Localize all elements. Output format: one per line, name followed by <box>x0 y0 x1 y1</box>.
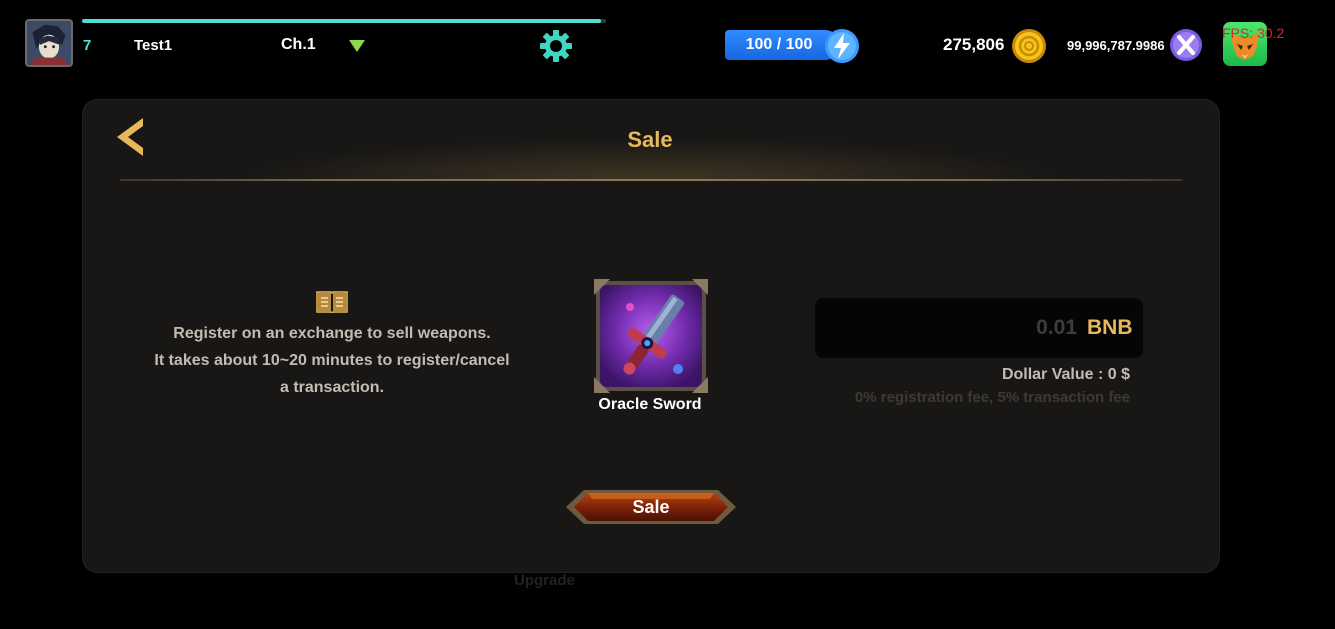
player-level: 7 <box>83 37 92 54</box>
chapter-label[interactable]: Ch.1 <box>281 36 316 54</box>
back-arrow-icon[interactable] <box>112 116 148 158</box>
player-name: Test1 <box>134 37 173 54</box>
player-avatar[interactable] <box>25 19 73 67</box>
weapon-item-slot[interactable] <box>592 277 710 395</box>
lightning-bolt-icon[interactable] <box>824 28 860 64</box>
sale-button-label: Sale <box>632 497 670 517</box>
avatar-portrait-icon <box>27 21 71 65</box>
fee-info: 0% registration fee, 5% transaction fee <box>854 389 1130 406</box>
sale-info-text: Register on an exchange to sell weapons.… <box>140 320 524 401</box>
settings-gear-icon[interactable] <box>538 28 574 64</box>
currency-label: BNB <box>1087 316 1133 339</box>
info-line: Register on an exchange to sell weapons. <box>173 325 491 342</box>
background-upgrade-label: Upgrade <box>514 572 575 589</box>
sale-button[interactable]: Sale <box>566 488 736 526</box>
energy-value: 100 / 100 <box>745 36 813 53</box>
x-token-icon[interactable] <box>1169 28 1203 62</box>
token-balance: 99,996,787.9986 <box>1067 38 1165 53</box>
xp-bar <box>82 19 606 23</box>
xp-bar-fill <box>82 19 601 23</box>
title-divider <box>120 179 1182 181</box>
page-title: Sale <box>627 127 673 152</box>
guide-book-icon <box>316 291 348 313</box>
fps-counter: FPS: 30.2 <box>1222 25 1285 41</box>
price-input[interactable] <box>815 298 1077 358</box>
dollar-value: Dollar Value : 0 $ <box>1001 366 1130 383</box>
energy-meter: 100 / 100 <box>725 30 840 60</box>
oracle-sword-icon <box>594 279 708 393</box>
item-name: Oracle Sword <box>598 396 702 413</box>
info-line: a transaction. <box>279 379 385 396</box>
info-line: It takes about 10~20 minutes to register… <box>154 352 510 369</box>
price-field[interactable]: BNB <box>815 298 1143 358</box>
gold-amount: 275,806 <box>943 35 1005 54</box>
gold-coin-icon[interactable] <box>1011 28 1047 64</box>
chapter-dropdown-icon[interactable] <box>348 38 366 54</box>
